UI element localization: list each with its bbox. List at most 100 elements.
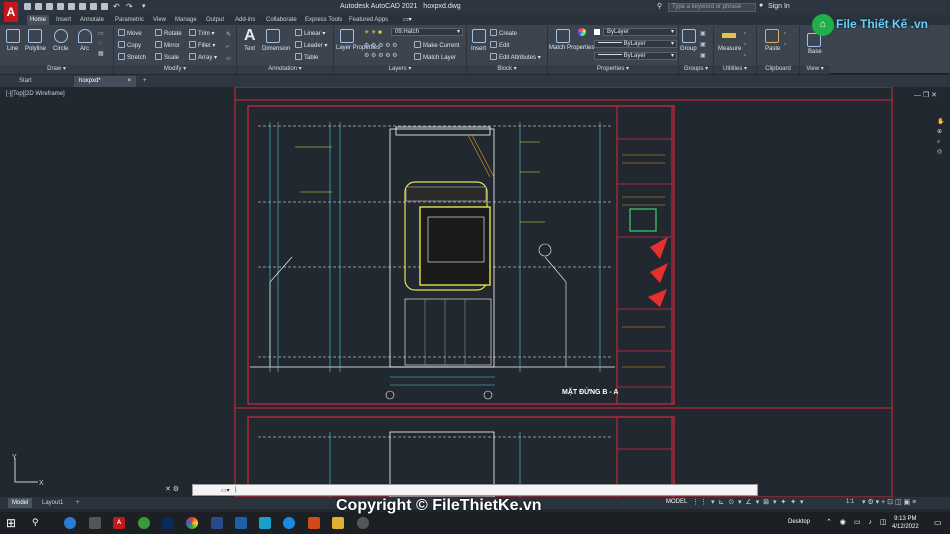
tab-add-ins[interactable]: Add-ins — [232, 15, 258, 25]
app-cyan-icon[interactable] — [259, 517, 271, 529]
copy-button[interactable]: Copy — [118, 41, 141, 49]
stretch-button[interactable]: Stretch — [118, 53, 146, 61]
print-icon[interactable] — [90, 3, 97, 10]
line-icon[interactable] — [6, 29, 20, 43]
navigation-bar[interactable]: ✋ ⊕ ⌕ ◎ — [937, 117, 946, 197]
match-layer-button[interactable]: Match Layer — [414, 53, 456, 61]
drawing-viewport[interactable]: MẶT ĐỨNG B - A Y X [-][Top][2D Wireframe… — [0, 87, 950, 497]
command-input[interactable]: | — [235, 487, 237, 493]
tab-layout1[interactable]: Layout1 — [38, 498, 67, 508]
infocenter-search-icon[interactable]: ⚲ — [657, 2, 662, 10]
status-toggles[interactable]: ⋮⋮ ▾ ⊾ ⊙ ▾ ∠ ▾ ⊠ ▾ ✦ ✦ ▾ — [692, 498, 805, 506]
circle-icon[interactable] — [54, 29, 68, 43]
app-grey-icon[interactable] — [357, 517, 369, 529]
polyline-icon[interactable] — [28, 29, 42, 43]
window-controls[interactable]: — ❐ ✕ — [914, 91, 937, 99]
tab-view[interactable]: View — [150, 15, 169, 25]
paste-icon[interactable] — [765, 29, 779, 43]
group-icon[interactable] — [682, 29, 696, 43]
plot-icon[interactable] — [68, 3, 75, 10]
tab-express-tools[interactable]: Express Tools — [302, 15, 345, 25]
save-icon[interactable] — [46, 3, 53, 10]
measure-icon[interactable] — [722, 33, 736, 38]
new-tab-button[interactable]: + — [138, 76, 152, 87]
tab-annotate[interactable]: Annotate — [77, 15, 107, 25]
table-button[interactable]: Table — [295, 53, 318, 61]
layer-dropdown[interactable]: 09.Hatch ▾ — [391, 28, 463, 36]
annotation-scale[interactable]: 1:1 — [846, 499, 854, 505]
rotate-button[interactable]: Rotate — [155, 29, 182, 37]
create-block-button[interactable]: Create — [490, 29, 517, 37]
leader-button[interactable]: Leader ▾ — [295, 41, 327, 49]
command-line[interactable]: ✕ ⚙ ▭▾ | — [165, 484, 758, 496]
desktop-toolbar[interactable]: Desktop — [788, 519, 810, 525]
layer-tools-icons[interactable]: ⚙ ⚙ ⚙ ⚙ ⚙ ⚙ ⚙ ⚙ ⚙ ⚙ — [364, 41, 398, 61]
color-wheel-icon[interactable] — [578, 28, 586, 36]
clock[interactable]: 9:13 PM 4/12/2022 — [892, 515, 919, 531]
color-dropdown[interactable]: ByLayer ▾ — [603, 28, 677, 36]
model-space-button[interactable]: MODEL — [666, 499, 687, 505]
panel-view-label[interactable]: View ▾ — [800, 65, 830, 74]
group-tools-icons[interactable]: ▣ ▣ ▣ — [700, 29, 706, 62]
circle-button[interactable]: Circle — [53, 46, 68, 52]
app-green-icon[interactable] — [138, 517, 150, 529]
edit-block-button[interactable]: Edit — [490, 41, 509, 49]
match-properties-icon[interactable] — [556, 29, 570, 43]
viewport-controls-label[interactable]: [-][Top][2D Wireframe] — [6, 91, 65, 97]
linetype-dropdown[interactable]: ByLayer ▾ — [594, 40, 677, 48]
paste-button[interactable]: Paste — [765, 46, 780, 52]
new-icon[interactable] — [24, 3, 31, 10]
modify-more-icons[interactable]: ✎ ⌐ ▱ — [226, 29, 231, 65]
edit-attributes-button[interactable]: Edit Attributes ▾ — [490, 53, 541, 61]
panel-block-label[interactable]: Block ▾ — [467, 65, 547, 74]
undo-icon[interactable]: ↶ — [113, 2, 120, 11]
tab-current-drawing[interactable]: hoxpxd* × — [74, 76, 136, 87]
dimension-icon[interactable] — [266, 29, 280, 43]
tab-home[interactable]: Home — [27, 15, 50, 25]
search-input[interactable]: Type a keyword or phrase — [668, 3, 756, 12]
qat-menu-icon[interactable]: ▾ — [142, 2, 146, 10]
text-button[interactable]: Text — [244, 46, 255, 52]
file-explorer-icon[interactable] — [332, 517, 344, 529]
tab-start[interactable]: Start — [14, 76, 74, 87]
autocad-logo-icon[interactable]: A — [4, 2, 18, 22]
panel-annotation-label[interactable]: Annotation ▾ — [237, 65, 333, 74]
group-button[interactable]: Group — [680, 46, 697, 52]
line-button[interactable]: Line — [7, 46, 18, 52]
tab-insert[interactable]: Insert — [53, 15, 74, 25]
arc-icon[interactable] — [78, 29, 92, 43]
tab-output[interactable]: Output — [203, 15, 227, 25]
move-button[interactable]: Move — [118, 29, 142, 37]
open-icon[interactable] — [35, 3, 42, 10]
office-icon[interactable] — [308, 517, 320, 529]
measure-button[interactable]: Measure — [718, 46, 741, 52]
sign-in-button[interactable]: Sign In — [768, 3, 790, 10]
windows-start-icon[interactable]: ⊞ — [6, 516, 16, 530]
panel-groups-label[interactable]: Groups ▾ — [679, 65, 713, 74]
match-properties-button[interactable]: Match Properties — [549, 45, 594, 51]
panel-properties-label[interactable]: Properties ▾ — [548, 65, 678, 74]
linear-button[interactable]: Linear ▾ — [295, 29, 325, 37]
dimension-button[interactable]: Dimension — [262, 46, 290, 52]
close-tab-icon[interactable]: × — [127, 76, 131, 87]
autocad-taskbar-icon[interactable]: A — [113, 517, 125, 529]
make-current-button[interactable]: Make Current — [414, 41, 459, 49]
tab-collaborate[interactable]: Collaborate — [263, 15, 300, 25]
base-view-button[interactable]: Base — [808, 49, 822, 55]
ribbon-toggle-icon[interactable]: ▭▾ — [400, 15, 415, 25]
arc-button[interactable]: Arc — [80, 46, 89, 52]
command-close-icon[interactable]: ✕ ⚙ — [165, 485, 179, 493]
search-taskbar-icon[interactable]: ⚲ — [32, 517, 39, 528]
tab-model[interactable]: Model — [8, 498, 33, 508]
status-more-icons[interactable]: ▾ ⚙ ▾ + ⊡ ◫ ▣ ≡ — [862, 498, 916, 506]
utilities-tools-icons[interactable]: ▫ ▫ ▫ — [744, 29, 746, 62]
share-icon[interactable] — [79, 3, 86, 10]
zalo-icon[interactable] — [283, 517, 295, 529]
mirror-button[interactable]: Mirror — [155, 41, 180, 49]
photoshop-icon[interactable] — [162, 517, 174, 529]
edge-icon[interactable] — [64, 517, 76, 529]
panel-modify-label[interactable]: Modify ▾ — [114, 65, 236, 74]
scale-button[interactable]: Scale — [155, 53, 179, 61]
add-layout-button[interactable]: + — [72, 498, 84, 508]
cad-drawing[interactable]: MẶT ĐỨNG B - A Y X — [0, 87, 950, 497]
